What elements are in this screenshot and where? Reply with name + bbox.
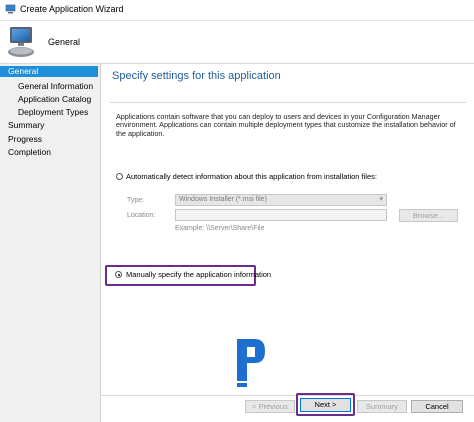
manual-label[interactable]: Manually specify the application informa… [126,270,271,279]
browse-button[interactable]: Browse... [399,209,458,222]
wizard-nav [0,64,101,422]
title-bar: Create Application Wizard [0,0,474,21]
summary-button[interactable]: Summary [357,400,407,413]
cancel-button[interactable]: Cancel [411,400,463,413]
previous-button[interactable]: < Previous [245,400,295,413]
type-select-value: Windows Installer (*.msi file) [179,196,267,203]
nav-item-deployment-types[interactable]: Deployment Types [18,107,88,117]
location-label: Location: [127,212,156,219]
window-title: Create Application Wizard [20,4,124,14]
manual-radio[interactable] [115,271,122,278]
auto-detect-label[interactable]: Automatically detect information about t… [126,172,377,181]
auto-detect-radio[interactable] [116,173,123,180]
description-text: Applications contain software that you c… [116,112,456,138]
nav-item-progress[interactable]: Progress [8,134,42,144]
nav-item-general-information[interactable]: General Information [18,81,93,91]
nav-item-completion[interactable]: Completion [8,147,51,157]
nav-item-summary[interactable]: Summary [8,120,44,130]
location-input[interactable] [175,209,387,221]
footer-divider [101,395,474,396]
prajwal-logo-icon [237,339,265,387]
wizard-header: General [0,21,474,64]
type-select[interactable]: Windows Installer (*.msi file) [175,194,387,206]
location-example-text: Example: \\Server\Share\File [175,225,265,232]
next-button[interactable]: Next > [300,398,351,412]
watermark-logo [233,337,267,389]
type-label: Type: [127,197,145,204]
nav-item-application-catalog[interactable]: Application Catalog [18,94,91,104]
computer-icon [8,27,34,57]
wizard-app-icon [5,4,16,14]
nav-item-general[interactable]: General [0,66,98,77]
section-heading: Specify settings for this application [112,70,281,82]
page-title: General [48,37,81,47]
heading-divider [110,102,466,103]
